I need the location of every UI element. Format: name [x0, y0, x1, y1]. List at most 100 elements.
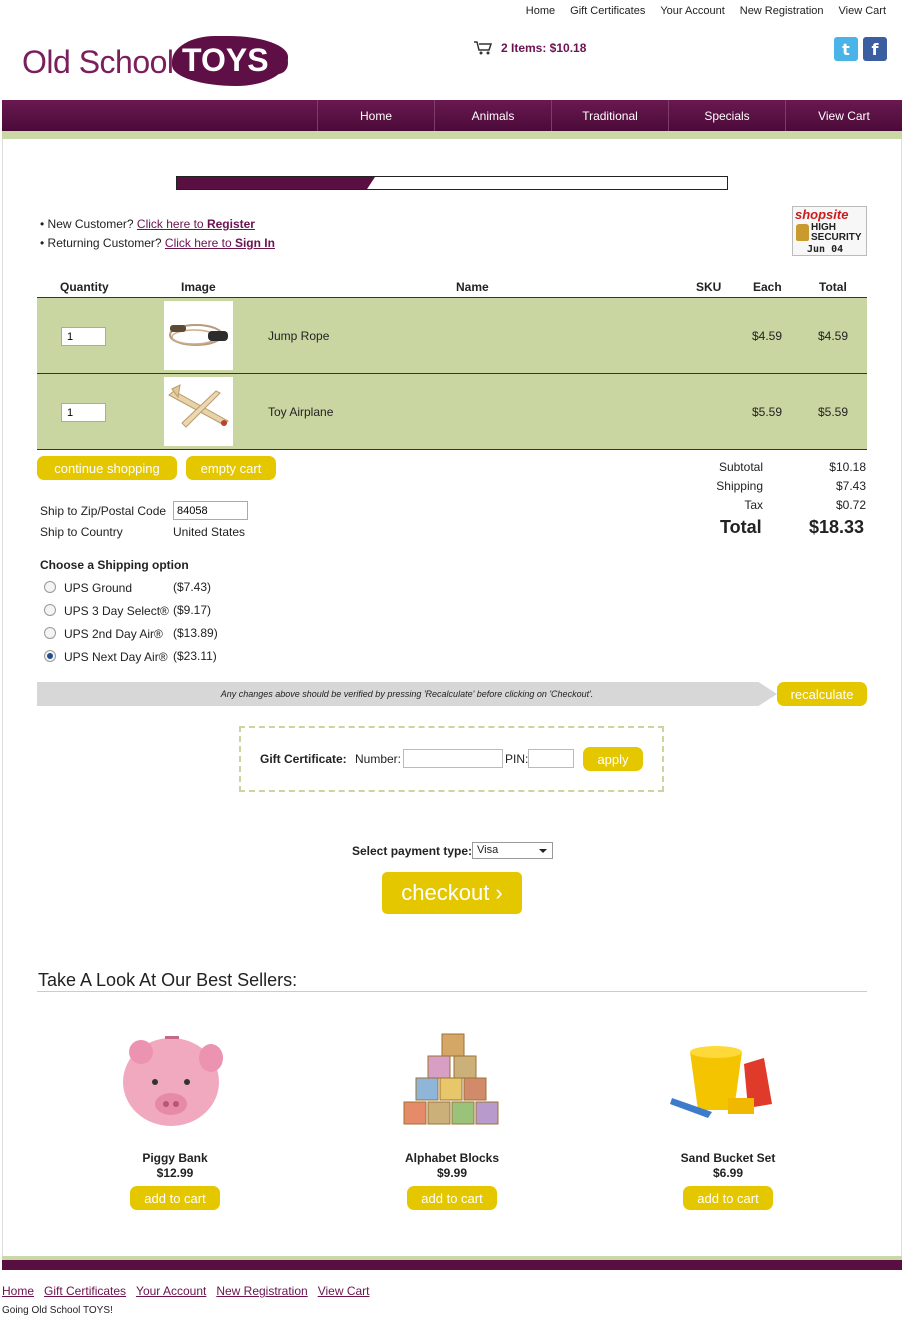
gift-number-input[interactable]: [403, 749, 503, 768]
shipping-value: $7.43: [835, 479, 866, 493]
product-name[interactable]: Toy Airplane: [268, 405, 333, 419]
nav-traditional[interactable]: Traditional: [551, 100, 668, 131]
checkout-button[interactable]: checkout ›: [382, 872, 522, 914]
tax-value: $0.72: [835, 498, 866, 512]
quantity-input[interactable]: [61, 403, 106, 422]
nav-specials[interactable]: Specials: [668, 100, 785, 131]
add-to-cart-button[interactable]: add to cart: [407, 1186, 497, 1210]
new-customer-label: • New Customer?: [40, 217, 137, 231]
best-seller-name[interactable]: Sand Bucket Set: [628, 1151, 828, 1165]
footer-link-gift-certificates[interactable]: Gift Certificates: [44, 1284, 126, 1298]
tax-label: Tax: [744, 498, 763, 512]
cart-summary[interactable]: 2 Items: $10.18: [473, 40, 586, 56]
top-link-new-registration[interactable]: New Registration: [740, 5, 824, 17]
footer-link-home[interactable]: Home: [2, 1284, 34, 1298]
product-total: $4.59: [818, 329, 849, 343]
register-link[interactable]: Click here to Register: [137, 217, 255, 231]
footer-note: Going Old School TOYS!: [2, 1305, 113, 1316]
col-total: Total: [819, 280, 847, 294]
checkout-progress-bar: [176, 176, 728, 190]
main-nav: Home Animals Traditional Specials View C…: [2, 100, 902, 131]
col-quantity: Quantity: [60, 280, 109, 294]
nav-animals[interactable]: Animals: [434, 100, 551, 131]
twitter-icon[interactable]: t: [834, 37, 858, 61]
piggy-bank-graphic: [123, 1036, 223, 1126]
product-name[interactable]: Jump Rope: [268, 329, 329, 343]
badge-date: Jun 04: [807, 244, 844, 255]
lock-icon: [796, 224, 809, 241]
best-seller-item: Sand Bucket Set $6.99: [628, 1028, 828, 1180]
shipping-option-label: UPS 3 Day Select®: [64, 604, 169, 618]
shipping-radio[interactable]: [44, 604, 56, 616]
col-each: Each: [753, 280, 782, 294]
best-seller-name[interactable]: Alphabet Blocks: [352, 1151, 552, 1165]
recalculate-note-bar: Any changes above should be verified by …: [37, 682, 777, 706]
footer-link-view-cart[interactable]: View Cart: [318, 1284, 370, 1298]
product-total: $5.59: [818, 405, 849, 419]
grand-total-value: $18.33: [809, 517, 865, 537]
add-to-cart-button[interactable]: add to cart: [683, 1186, 773, 1210]
sign-in-link[interactable]: Click here to Sign In: [165, 236, 275, 250]
customer-links: • New Customer? Click here to Register •…: [40, 215, 275, 253]
nav-home[interactable]: Home: [317, 100, 434, 131]
quantity-input[interactable]: [61, 327, 106, 346]
best-seller-name[interactable]: Piggy Bank: [75, 1151, 275, 1165]
cart-summary-text: 2 Items: $10.18: [501, 41, 587, 55]
country-label: Ship to Country: [40, 525, 123, 539]
footer-link-your-account[interactable]: Your Account: [136, 1284, 206, 1298]
top-link-your-account[interactable]: Your Account: [660, 5, 724, 17]
best-seller-item: Alphabet Blocks $9.99: [352, 1028, 552, 1180]
logo-text-old-school: Old School: [22, 44, 174, 80]
sand-bucket-image[interactable]: [668, 1028, 788, 1140]
toy-airplane-image: [168, 384, 229, 428]
cart-table-header: Quantity Image Name SKU Each Total: [37, 280, 867, 298]
new-customer-line: • New Customer? Click here to Register: [40, 215, 275, 234]
nav-view-cart[interactable]: View Cart: [785, 100, 902, 131]
gift-certificate-label: Gift Certificate:: [260, 752, 347, 766]
top-links: Home Gift Certificates Your Account New …: [526, 5, 886, 17]
badge-security-text: HIGH SECURITY: [811, 223, 862, 243]
apply-button[interactable]: apply: [583, 747, 643, 771]
continue-shopping-button[interactable]: continue shopping: [37, 456, 177, 480]
returning-customer-line: • Returning Customer? Click here to Sign…: [40, 234, 275, 253]
gift-certificate-box: Gift Certificate: Number: PIN: apply: [239, 726, 664, 792]
zip-label: Ship to Zip/Postal Code: [40, 504, 167, 518]
best-sellers-title: Take A Look At Our Best Sellers:: [38, 970, 298, 990]
security-badge[interactable]: shopsite HIGH SECURITY Jun 04: [792, 206, 867, 256]
product-image-jump-rope[interactable]: [164, 301, 233, 370]
shipping-option-price: ($9.17): [173, 603, 212, 617]
badge-line2: SECURITY: [811, 232, 862, 243]
returning-customer-label: • Returning Customer?: [40, 236, 165, 250]
register-link-bold: Register: [206, 217, 255, 231]
piggy-bank-image[interactable]: [115, 1028, 235, 1140]
best-seller-price: $9.99: [436, 1166, 468, 1180]
table-row: Toy Airplane $5.59 $5.59: [37, 373, 867, 449]
badge-brand: shopsite: [795, 207, 849, 222]
product-image-toy-airplane[interactable]: [164, 377, 233, 446]
alphabet-blocks-image[interactable]: [392, 1028, 512, 1140]
shipping-radio-selected[interactable]: [44, 650, 56, 662]
subtotal-label: Subtotal: [718, 460, 763, 474]
gift-pin-input[interactable]: [528, 749, 574, 768]
top-link-home[interactable]: Home: [526, 5, 555, 17]
jump-rope-image: [169, 324, 228, 346]
empty-cart-button[interactable]: empty cart: [186, 456, 276, 480]
top-link-view-cart[interactable]: View Cart: [839, 5, 886, 17]
shipping-radio[interactable]: [44, 627, 56, 639]
facebook-icon[interactable]: f: [863, 37, 887, 61]
top-link-gift-certificates[interactable]: Gift Certificates: [570, 5, 645, 17]
add-to-cart-button[interactable]: add to cart: [130, 1186, 220, 1210]
best-seller-item: Piggy Bank $12.99: [75, 1028, 275, 1180]
best-seller-price: $6.99: [712, 1166, 744, 1180]
sign-in-link-text: Click here to: [164, 236, 235, 250]
alphabet-blocks-graphic: [403, 1033, 499, 1125]
table-row: Jump Rope $4.59 $4.59: [37, 297, 867, 373]
shipping-radio[interactable]: [44, 581, 56, 593]
recalculate-button[interactable]: recalculate: [777, 682, 867, 706]
register-link-text: Click here to: [136, 217, 207, 231]
shipping-option-title: Choose a Shipping option: [40, 558, 189, 572]
zip-input[interactable]: [173, 501, 248, 520]
shipping-option-label: UPS Next Day Air®: [64, 650, 168, 664]
footer-link-new-registration[interactable]: New Registration: [216, 1284, 307, 1298]
payment-type-select[interactable]: Visa: [472, 842, 553, 859]
